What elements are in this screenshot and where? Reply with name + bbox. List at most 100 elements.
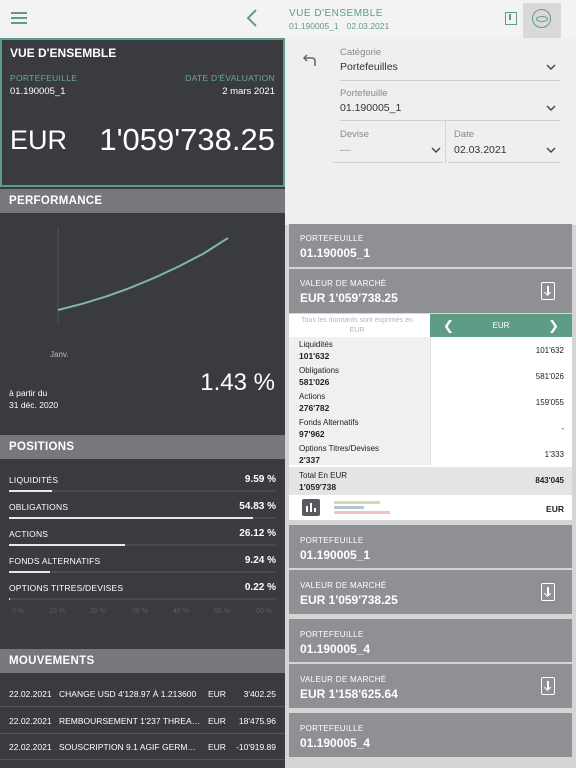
position-name: OPTIONS TITRES/DEVISES — [9, 583, 124, 593]
movement-currency: EUR — [208, 742, 226, 752]
mini-bars — [334, 501, 394, 515]
portfolio-card[interactable]: PORTEFEUILLE 01.190005_4 — [289, 713, 572, 757]
portfolio-card[interactable]: PORTEFEUILLE 01.190005_1 — [289, 224, 572, 267]
date-select[interactable]: 02.03.2021 — [454, 144, 507, 156]
chevron-down-icon[interactable] — [431, 147, 441, 154]
detail-panel: Catégorie Portefeuilles Portefeuille 01.… — [285, 38, 576, 768]
movements-header[interactable]: MOUVEMENTS — [0, 649, 285, 673]
undo-icon[interactable] — [302, 52, 318, 68]
divider — [430, 337, 431, 465]
position-row[interactable]: LIQUIDITÉS 9.59 % — [0, 467, 285, 494]
movement-description: REMBOURSEMENT 1'237 THREAD E… — [59, 716, 201, 726]
position-bar — [9, 490, 276, 492]
divider — [448, 162, 560, 163]
currency-select[interactable]: — — [340, 144, 351, 156]
movement-date: 22.02.2021 — [9, 742, 52, 752]
card-value: EUR 1'158'625.64 — [300, 687, 398, 701]
movement-description: CHANGE USD 4'128.97 À 1.213600 — [59, 689, 197, 699]
overview-amount: 1'059'738.25 — [99, 122, 275, 157]
divider — [340, 120, 560, 121]
overview-card[interactable]: VUE D'ENSEMBLE PORTEFEUILLE DATE D'ÉVALU… — [0, 38, 285, 187]
axis-tick: 20 % — [90, 608, 106, 615]
position-bar — [9, 571, 276, 573]
card-value: 01.190005_1 — [300, 548, 371, 562]
portfolio-card[interactable]: PORTEFEUILLE 01.190005_4 — [289, 619, 572, 662]
market-value-card[interactable]: VALEUR DE MARCHÉ EUR 1'059'738.25 — [289, 269, 572, 313]
next-arrow-icon[interactable]: ❯ — [548, 318, 559, 334]
row-amount: 581'026 — [299, 377, 330, 387]
positions-header[interactable]: POSITIONS — [0, 435, 285, 459]
tab-assets[interactable] — [523, 3, 561, 38]
row-amount: 97'962 — [299, 429, 325, 439]
position-row[interactable]: OBLIGATIONS 54.83 % — [0, 494, 285, 521]
performance-from-date: 31 déc. 2020 — [9, 400, 59, 410]
top-portfolio: 01.190005_1 — [289, 21, 339, 31]
position-bar — [9, 598, 276, 600]
valuation-date-value: 2 mars 2021 — [222, 86, 275, 97]
summary-panel: VUE D'ENSEMBLE PORTEFEUILLE DATE D'ÉVALU… — [0, 38, 285, 768]
portfolio-value: 01.190005_1 — [10, 86, 66, 97]
total-name: Total En EUR — [299, 471, 348, 480]
coins-icon — [532, 9, 551, 28]
document-download-icon[interactable] — [541, 583, 555, 601]
position-name: OBLIGATIONS — [9, 502, 69, 512]
chevron-down-icon[interactable] — [546, 147, 556, 154]
movement-amount: 3'402.25 — [243, 689, 276, 699]
bar-chart-icon[interactable] — [302, 499, 320, 516]
card-value: 01.190005_4 — [300, 642, 371, 656]
position-row[interactable]: OPTIONS TITRES/DEVISES 0.22 % — [0, 575, 285, 602]
category-label: Catégorie — [340, 47, 382, 58]
axis-tick: 50 % — [214, 608, 230, 615]
position-row[interactable]: FONDS ALTERNATIFS 9.24 % — [0, 548, 285, 575]
row-amount: 276'782 — [299, 403, 330, 413]
movement-currency: EUR — [208, 689, 226, 699]
market-value-card[interactable]: VALEUR DE MARCHÉ EUR 1'158'625.64 — [289, 664, 572, 708]
portfolio-select[interactable]: 01.190005_1 — [340, 102, 401, 114]
card-label: VALEUR DE MARCHÉ — [300, 581, 387, 590]
menu-icon[interactable] — [11, 12, 27, 24]
card-value: EUR 1'059'738.25 — [300, 291, 398, 305]
position-row[interactable]: ACTIONS 26.12 % — [0, 521, 285, 548]
portfolio-filter-label: Portefeuille — [340, 88, 388, 99]
card-label: PORTEFEUILLE — [300, 536, 364, 545]
movement-row[interactable]: 22.02.2021 SOUSCRIPTION 9.1 AGIF GERMAN … — [0, 734, 285, 760]
row-amount: 2'337 — [299, 455, 320, 465]
position-bar-fill — [9, 571, 51, 573]
row-right-value: 1'333 — [544, 450, 564, 459]
overview-title: VUE D'ENSEMBLE — [10, 46, 117, 60]
card-value: 01.190005_1 — [300, 246, 371, 260]
movement-row[interactable]: 22.02.2021 CHANGE USD 4'128.97 À 1.21360… — [0, 681, 285, 707]
total-right-value: 843'045 — [535, 476, 564, 485]
chevron-down-icon[interactable] — [546, 64, 556, 71]
row-name: Options Titres/Devises — [299, 444, 380, 453]
portfolio-label: PORTEFEUILLE — [10, 73, 78, 83]
row-right-value: 101'632 — [535, 346, 564, 355]
chevron-down-icon[interactable] — [546, 105, 556, 112]
total-row: Total En EUR 1'059'738 843'045 — [289, 467, 572, 495]
top-bar: VUE D'ENSEMBLE 01.190005_1 02.03.2021 — [0, 0, 576, 38]
position-value: 26.12 % — [239, 528, 276, 539]
market-value-card[interactable]: VALEUR DE MARCHÉ EUR 1'059'738.25 — [289, 570, 572, 614]
position-value: 9.59 % — [244, 474, 276, 485]
download-icon[interactable] — [505, 12, 517, 25]
movement-currency: EUR — [208, 716, 226, 726]
movement-date: 22.02.2021 — [9, 716, 52, 726]
movement-date: 22.02.2021 — [9, 689, 52, 699]
category-select[interactable]: Portefeuilles — [340, 61, 398, 73]
portfolio-card[interactable]: PORTEFEUILLE 01.190005_1 — [289, 525, 572, 568]
divider — [445, 120, 446, 164]
currency-label: Devise — [340, 129, 370, 140]
movement-row[interactable]: 22.02.2021 REMBOURSEMENT 1'237 THREAD E…… — [0, 708, 285, 734]
divider — [340, 80, 560, 81]
valuation-date-label: DATE D'ÉVALUATION — [185, 73, 275, 83]
page-subtitle: 01.190005_1 02.03.2021 — [289, 21, 397, 31]
document-download-icon[interactable] — [541, 677, 555, 695]
overview-currency: EUR — [10, 125, 68, 155]
row-name: Obligations — [299, 366, 340, 375]
document-download-icon[interactable] — [541, 282, 555, 300]
back-chevron-icon[interactable] — [244, 8, 262, 28]
row-right-value: 159'055 — [535, 398, 564, 407]
performance-chart[interactable]: Janv. à partir du 31 déc. 2020 1.43 % — [0, 213, 285, 435]
axis-tick: 10 % — [49, 608, 65, 615]
performance-header[interactable]: PERFORMANCE — [0, 189, 285, 213]
